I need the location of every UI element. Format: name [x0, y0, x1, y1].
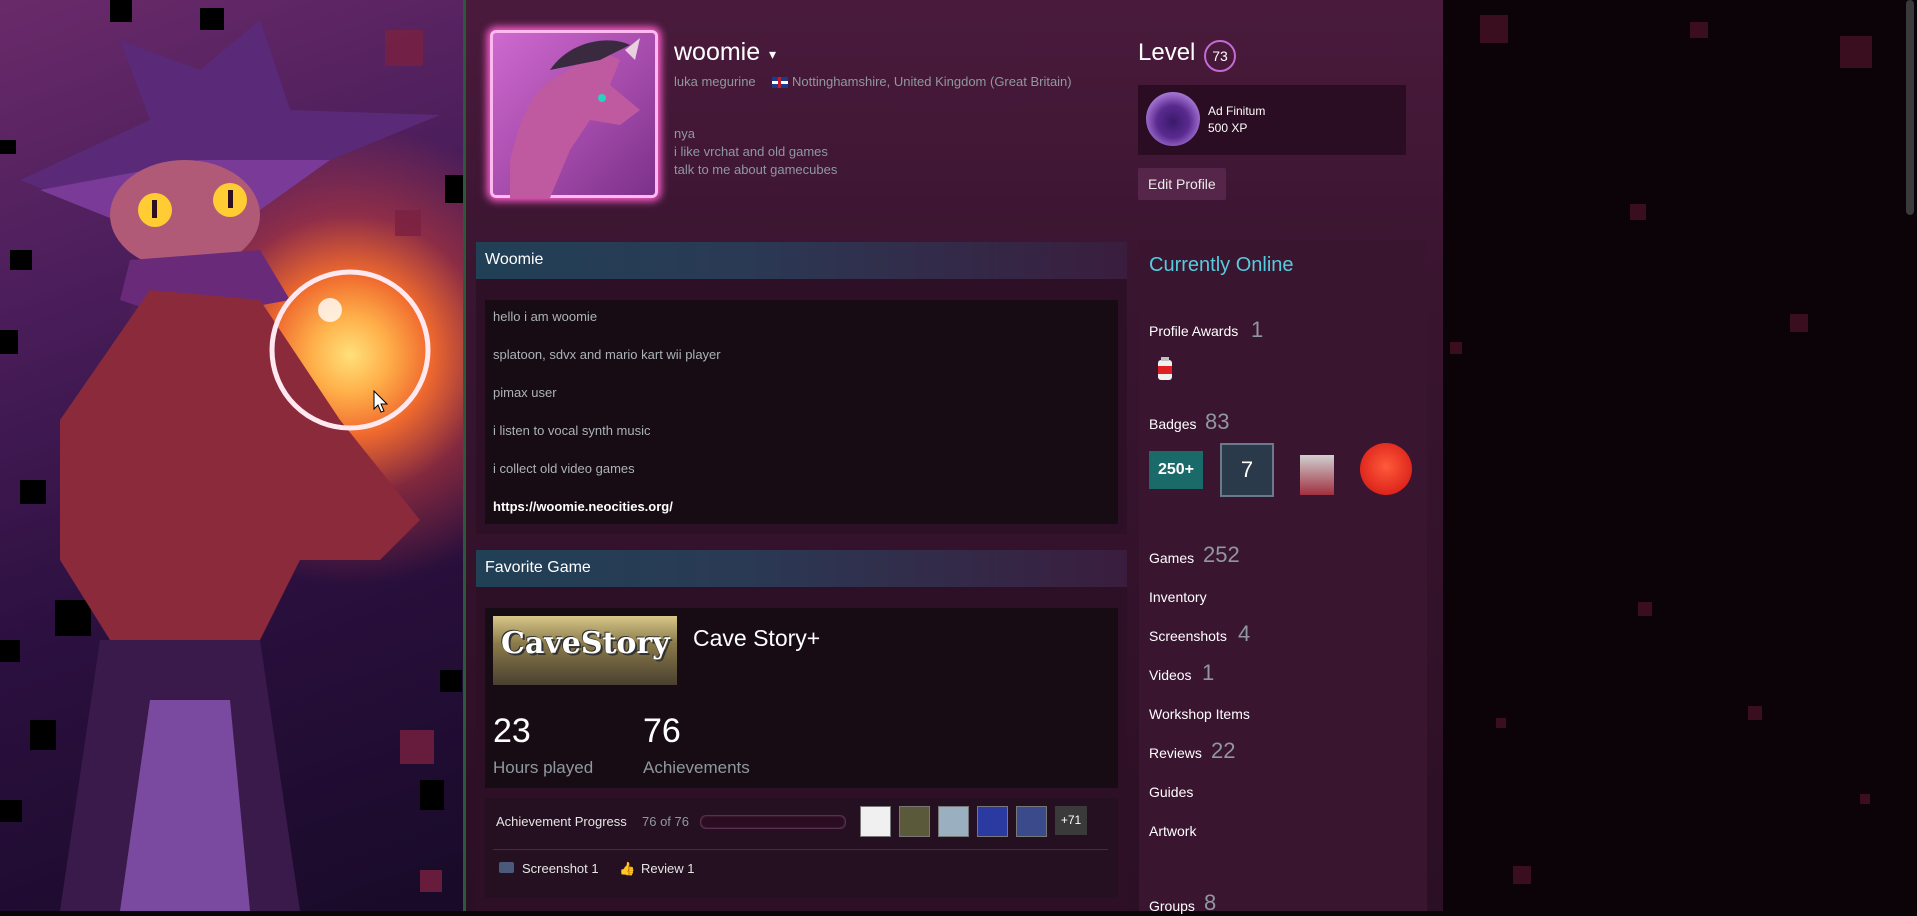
achievement-icon[interactable] — [938, 806, 969, 837]
achievement-icon[interactable] — [977, 806, 1008, 837]
summary-line: nya — [674, 126, 695, 141]
profile-awards-link[interactable]: Profile Awards — [1149, 323, 1238, 339]
featured-badge-name[interactable]: Ad Finitum — [1208, 104, 1265, 118]
about-line: i listen to vocal synth music — [493, 423, 651, 438]
reviews-count: 22 — [1211, 738, 1236, 763]
about-content — [485, 300, 1118, 524]
reviews-link[interactable]: Reviews — [1149, 745, 1202, 761]
about-showcase-header — [476, 242, 1127, 279]
award-sticker-icon[interactable] — [1154, 356, 1176, 382]
avatar[interactable] — [490, 30, 658, 198]
level-label: Level — [1138, 39, 1196, 66]
uk-flag-icon — [772, 77, 788, 88]
inventory-link[interactable]: Inventory — [1149, 589, 1207, 605]
achievement-icon[interactable] — [860, 806, 891, 837]
mouse-cursor-icon — [373, 390, 389, 413]
game-capsule-title: CaveStory — [501, 626, 670, 661]
right-background — [1440, 0, 1917, 911]
chevron-down-icon[interactable]: ▾ — [769, 46, 776, 63]
online-status: Currently Online — [1149, 254, 1294, 276]
guides-link[interactable]: Guides — [1149, 784, 1193, 800]
achievement-icon[interactable] — [899, 806, 930, 837]
about-line: pimax user — [493, 385, 557, 400]
featured-badge-xp: 500 XP — [1208, 121, 1248, 135]
badges-link[interactable]: Badges — [1149, 416, 1196, 432]
profile-sidebar — [1139, 240, 1427, 911]
achievement-progress-bar — [700, 815, 846, 829]
games-count: 252 — [1203, 542, 1240, 567]
game-name[interactable]: Cave Story+ — [693, 625, 820, 652]
summary-line: talk to me about gamecubes — [674, 162, 838, 177]
hours-played-label: Hours played — [493, 758, 594, 777]
badge-face-icon[interactable] — [1360, 443, 1412, 495]
real-name: luka megurine — [674, 74, 756, 89]
character-illustration — [20, 20, 440, 911]
game-capsule-image[interactable]: CaveStory — [493, 616, 677, 685]
groups-link[interactable]: Groups — [1149, 898, 1195, 914]
groups-count: 8 — [1204, 890, 1217, 915]
level-badge[interactable]: 73 — [1204, 40, 1236, 72]
edit-profile-button[interactable]: Edit Profile — [1138, 168, 1226, 200]
about-website-link[interactable]: https://woomie.neocities.org/ — [493, 499, 673, 514]
screenshots-link[interactable]: Screenshots — [1149, 628, 1227, 644]
profile-background-artwork — [0, 0, 463, 911]
more-achievements-button[interactable]: +71 — [1055, 806, 1087, 835]
achievement-icon[interactable] — [1016, 806, 1047, 837]
divider — [493, 849, 1108, 850]
summary-line: i like vrchat and old games — [674, 144, 828, 159]
scrollbar-thumb[interactable] — [1906, 0, 1914, 215]
ad-finitum-badge-icon[interactable] — [1146, 92, 1200, 146]
screenshots-count: 4 — [1238, 621, 1251, 646]
location: Nottinghamshire, United Kingdom (Great B… — [792, 74, 1072, 89]
favorite-game-title: Favorite Game — [485, 559, 591, 576]
achievement-progress-count: 76 of 76 — [642, 814, 689, 829]
profile-awards-count: 1 — [1251, 317, 1264, 342]
avatar-dragon-icon — [510, 38, 640, 198]
persona-name[interactable]: woomie — [674, 38, 760, 67]
camera-icon — [499, 862, 514, 873]
about-line: i collect old video games — [493, 461, 635, 476]
badge-years-service[interactable]: 7 — [1220, 443, 1274, 497]
screenshot-link[interactable]: Screenshot 1 — [522, 861, 599, 876]
review-link[interactable]: Review 1 — [641, 861, 694, 876]
badge-250-games[interactable]: 250+ — [1149, 451, 1203, 489]
about-showcase-title: Woomie — [485, 251, 544, 268]
achievement-progress-label: Achievement Progress — [496, 814, 627, 829]
badge-mail-icon[interactable] — [1300, 455, 1334, 495]
about-line: hello i am woomie — [493, 309, 598, 324]
about-line: splatoon, sdvx and mario kart wii player — [493, 347, 721, 362]
achievements-value: 76 — [643, 712, 681, 750]
achievements-label: Achievements — [643, 758, 750, 777]
hours-played-value: 23 — [493, 712, 531, 750]
games-link[interactable]: Games — [1149, 550, 1194, 566]
workshop-items-link[interactable]: Workshop Items — [1149, 706, 1250, 722]
videos-link[interactable]: Videos — [1149, 667, 1192, 683]
artwork-link[interactable]: Artwork — [1149, 823, 1196, 839]
badges-count: 83 — [1205, 409, 1230, 434]
videos-count: 1 — [1202, 660, 1215, 685]
achievement-progress-fill — [702, 817, 844, 827]
thumbs-up-icon: 👍 — [619, 861, 636, 876]
